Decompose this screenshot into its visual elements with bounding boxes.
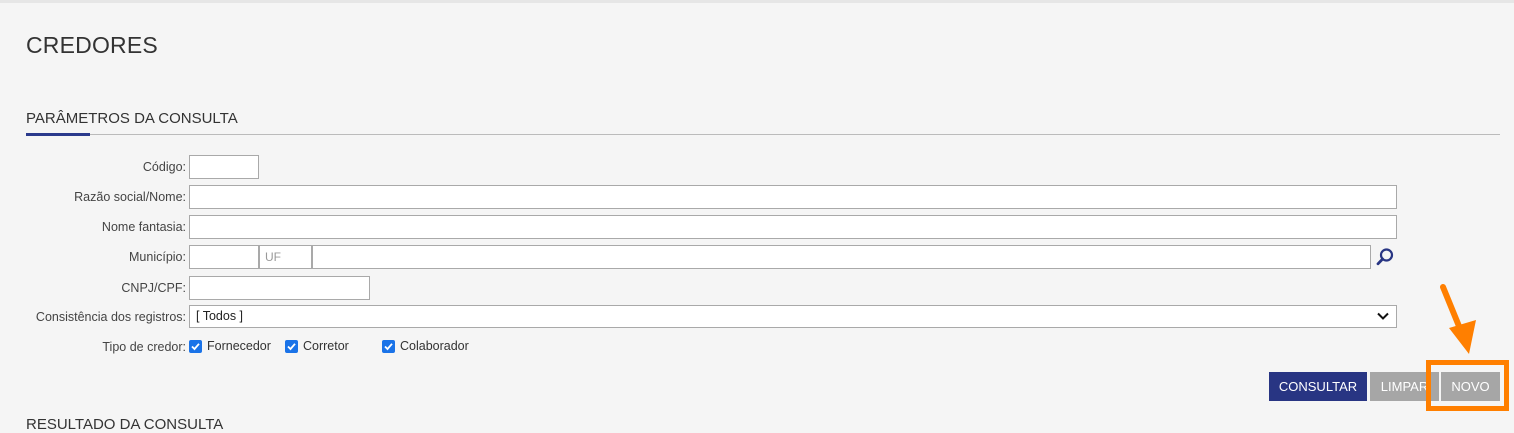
codigo-label: Código: (142, 160, 186, 174)
municipio-code-input[interactable] (189, 245, 259, 269)
razao-social-label: Razão social/Nome: (74, 190, 186, 204)
cnpj-cpf-input[interactable] (189, 276, 370, 300)
checkbox-checked-icon[interactable] (382, 339, 395, 353)
municipio-name-input[interactable] (312, 245, 1371, 269)
nome-fantasia-input[interactable] (189, 215, 1397, 239)
cnpj-cpf-label: CNPJ/CPF: (121, 281, 186, 295)
municipio-search-button[interactable] (1373, 245, 1397, 269)
tipo-credor-label: Tipo de credor: (102, 340, 186, 354)
consistencia-select[interactable]: [ Todos ] (189, 305, 1397, 328)
section-title-parametros: PARÂMETROS DA CONSULTA (26, 110, 238, 127)
limpar-button[interactable]: LIMPAR (1370, 372, 1439, 401)
consistencia-selected-value: [ Todos ] (196, 309, 244, 323)
checkbox-corretor-label: Corretor (303, 339, 349, 353)
chevron-down-icon (1377, 312, 1389, 320)
section-accent-bar (26, 133, 90, 136)
nome-fantasia-label: Nome fantasia: (101, 220, 186, 234)
checkbox-fornecedor-label: Fornecedor (207, 339, 271, 353)
checkbox-fornecedor[interactable]: Fornecedor (189, 339, 271, 353)
checkbox-colaborador-label: Colaborador (400, 339, 469, 353)
arrow-pointer-icon (1440, 284, 1476, 354)
checkbox-checked-icon[interactable] (285, 339, 298, 353)
codigo-input[interactable] (189, 155, 259, 179)
consultar-button[interactable]: CONSULTAR (1269, 372, 1367, 401)
page-title: CREDORES (26, 32, 158, 58)
municipio-label: Município: (129, 250, 186, 264)
checkbox-checked-icon[interactable] (189, 339, 202, 353)
razao-social-input[interactable] (189, 185, 1397, 209)
top-bar (0, 0, 1514, 3)
checkbox-corretor[interactable]: Corretor (285, 339, 349, 353)
checkbox-colaborador[interactable]: Colaborador (382, 339, 469, 353)
search-icon (1376, 248, 1394, 266)
section-divider (26, 134, 1500, 135)
uf-input[interactable] (259, 245, 312, 269)
novo-button[interactable]: NOVO (1441, 372, 1500, 401)
section-title-resultado: RESULTADO DA CONSULTA (26, 416, 224, 433)
consistencia-label: Consistência dos registros: (35, 310, 186, 324)
